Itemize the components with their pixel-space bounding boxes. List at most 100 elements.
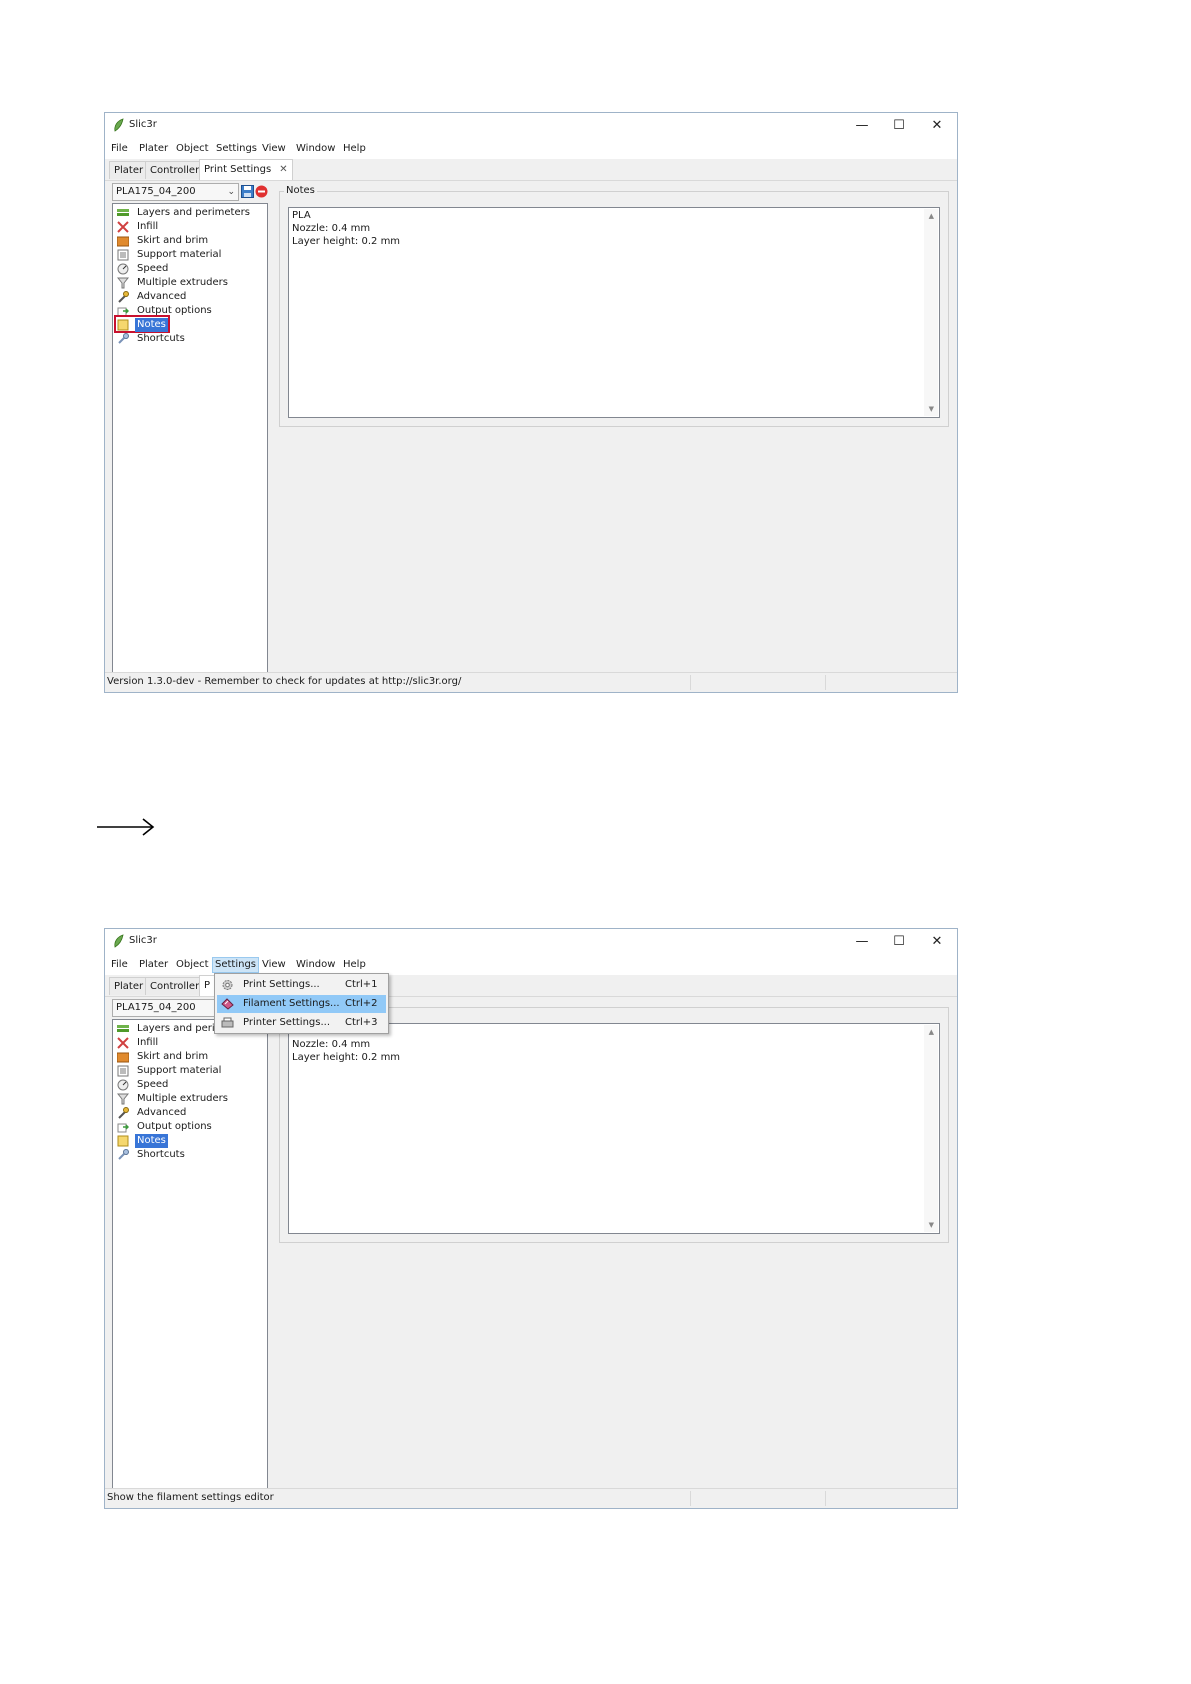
tree-item-label: Support material: [137, 249, 222, 260]
menu-item-shortcut: Ctrl+3: [345, 1017, 378, 1028]
preset-select[interactable]: PLA175_04_200 ⌄: [112, 183, 239, 201]
settings-tree: Layers and perimeters Infill Skirt and b…: [112, 203, 268, 675]
notes-textarea[interactable]: Nozzle: 0.4 mm Layer height: 0.2 mm ▲ ▼: [288, 1023, 940, 1234]
gear-icon: [222, 980, 233, 990]
window-title: Slic3r: [129, 119, 157, 130]
status-separator: [690, 675, 691, 690]
status-separator: [825, 675, 826, 690]
notes-line: Nozzle: 0.4 mm: [292, 1039, 371, 1050]
scrollbar[interactable]: ▲ ▼: [924, 209, 938, 416]
status-bar: Version 1.3.0-dev - Remember to check fo…: [105, 672, 957, 692]
delete-icon[interactable]: [255, 185, 268, 198]
tree-item-label: Shortcuts: [137, 333, 185, 344]
notes-textarea[interactable]: PLA Nozzle: 0.4 mm Layer height: 0.2 mm …: [288, 207, 940, 418]
wrench-icon: [118, 291, 129, 303]
menu-help[interactable]: Help: [341, 957, 368, 973]
note-icon: [117, 319, 129, 331]
close-button[interactable]: ✕: [919, 115, 955, 137]
preset-value: PLA175_04_200: [116, 1002, 196, 1013]
support-icon: [117, 249, 129, 261]
tree-item-label: Multiple extruders: [137, 1093, 228, 1104]
menu-window[interactable]: Window: [294, 141, 337, 157]
tree-item-label: Skirt and brim: [137, 235, 209, 246]
status-separator: [690, 1491, 691, 1506]
notes-group: Notes PLA Nozzle: 0.4 mm Layer height: 0…: [279, 185, 949, 427]
minimize-button[interactable]: —: [844, 931, 880, 953]
menu-item-shortcut: Ctrl+2: [345, 998, 378, 1009]
settings-tree: Layers and perim Infill Skirt and brim S…: [112, 1019, 268, 1491]
menu-item-filament-settings[interactable]: Filament Settings... Ctrl+2: [217, 995, 386, 1013]
menu-settings[interactable]: Settings: [214, 141, 259, 157]
maximize-button[interactable]: ☐: [881, 931, 917, 953]
scroll-down-icon[interactable]: ▼: [929, 1221, 934, 1229]
support-icon: [117, 1065, 129, 1077]
menu-settings[interactable]: Settings: [212, 957, 260, 973]
menu-file[interactable]: File: [109, 141, 130, 157]
menu-help[interactable]: Help: [341, 141, 368, 157]
notes-line: Layer height: 0.2 mm: [292, 236, 401, 247]
settings-dropdown-menu: Print Settings... Ctrl+1 Filament Settin…: [214, 973, 389, 1034]
slic3r-logo-icon: [114, 934, 124, 948]
window-title: Slic3r: [129, 935, 157, 946]
tab-print-settings[interactable]: Print Settings ✕: [199, 159, 293, 180]
menu-plater[interactable]: Plater: [137, 141, 170, 157]
menu-item-print-settings[interactable]: Print Settings... Ctrl+1: [217, 976, 386, 994]
scroll-up-icon[interactable]: ▲: [929, 1028, 934, 1036]
close-button[interactable]: ✕: [919, 931, 955, 953]
title-bar: Slic3r — ☐ ✕: [105, 113, 957, 139]
scrollbar[interactable]: ▲ ▼: [924, 1025, 938, 1232]
shortcut-icon: [118, 1149, 129, 1160]
notes-line: Layer height: 0.2 mm: [292, 1052, 401, 1063]
skirt-icon: [117, 1052, 129, 1063]
tab-print-settings[interactable]: P: [199, 975, 216, 996]
tree-item-label: Advanced: [137, 291, 187, 302]
infill-icon: [117, 1037, 129, 1049]
slic3r-window-after: Slic3r — ☐ ✕ File Plater Object Settings…: [104, 928, 958, 1509]
menu-window[interactable]: Window: [294, 957, 337, 973]
tab-plater[interactable]: Plater: [109, 977, 149, 995]
tree-item-label: Skirt and brim: [137, 1051, 209, 1062]
save-icon[interactable]: [241, 185, 254, 198]
layers-icon: [117, 209, 129, 216]
tree-item-label: Infill: [137, 221, 159, 232]
menu-plater[interactable]: Plater: [137, 957, 170, 973]
notes-group-label: Notes: [284, 185, 317, 196]
tab-controller[interactable]: Controller: [145, 161, 205, 179]
wrench-icon: [118, 1107, 129, 1119]
arrow-right-icon: [97, 818, 155, 836]
maximize-button[interactable]: ☐: [881, 115, 917, 137]
minimize-button[interactable]: —: [844, 115, 880, 137]
scroll-down-icon[interactable]: ▼: [929, 405, 934, 413]
tree-item-label: Shortcuts: [137, 1149, 185, 1160]
skirt-icon: [117, 236, 129, 247]
menu-bar: File Plater Object Settings View Window …: [105, 955, 957, 975]
infill-icon: [117, 221, 129, 233]
speed-icon: [117, 1079, 129, 1091]
tab-close-icon[interactable]: ✕: [279, 164, 287, 175]
tree-item-label: Notes: [135, 1134, 168, 1148]
tree-item-label: Speed: [137, 1079, 169, 1090]
menu-view[interactable]: View: [260, 141, 288, 157]
tree-item-label: Multiple extruders: [137, 277, 228, 288]
menu-item-printer-settings[interactable]: Printer Settings... Ctrl+3: [217, 1014, 386, 1032]
slic3r-window-before: Slic3r — ☐ ✕ File Plater Object Settings…: [104, 112, 958, 693]
scroll-up-icon[interactable]: ▲: [929, 212, 934, 220]
menu-view[interactable]: View: [260, 957, 288, 973]
notes-line: Nozzle: 0.4 mm: [292, 223, 371, 234]
menu-item-shortcut: Ctrl+1: [345, 979, 378, 990]
menu-bar: File Plater Object Settings View Window …: [105, 139, 957, 159]
tree-item-label: Advanced: [137, 1107, 187, 1118]
spool-icon: [221, 998, 234, 1010]
status-text: Version 1.3.0-dev - Remember to check fo…: [107, 676, 462, 687]
chevron-down-icon: ⌄: [227, 187, 235, 197]
menu-object[interactable]: Object: [174, 141, 211, 157]
layers-icon: [117, 1025, 129, 1032]
tree-item-label: Speed: [137, 263, 169, 274]
tree-item-label: Layers and perimeters: [137, 207, 250, 218]
title-bar: Slic3r — ☐ ✕: [105, 929, 957, 955]
tab-plater[interactable]: Plater: [109, 161, 149, 179]
menu-file[interactable]: File: [109, 957, 130, 973]
tab-controller[interactable]: Controller: [145, 977, 205, 995]
menu-item-label: Filament Settings...: [243, 998, 340, 1009]
menu-object[interactable]: Object: [174, 957, 211, 973]
